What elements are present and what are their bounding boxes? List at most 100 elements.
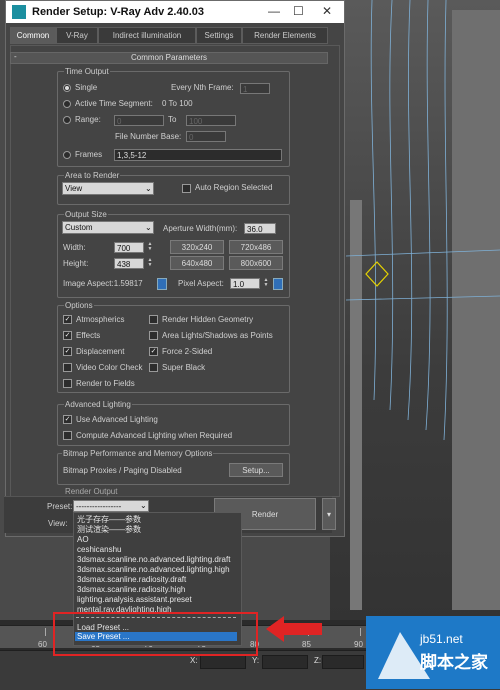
- width-spinner[interactable]: ▲ ▼: [147, 242, 153, 253]
- dropdown-item[interactable]: ceshicanshu: [77, 545, 121, 554]
- coord-x-label: X:: [190, 656, 198, 665]
- title-bar[interactable]: Render Setup: V-Ray Adv 2.40.03 — ☐ ✕: [6, 1, 344, 23]
- dropdown-item[interactable]: 3dsmax.scanline.no.advanced.lighting.hig…: [77, 565, 230, 574]
- bitmap-setup-button[interactable]: Setup...: [229, 463, 283, 477]
- render-hidden-geometry-label: Render Hidden Geometry: [162, 315, 254, 324]
- minimize-button[interactable]: —: [268, 4, 280, 18]
- collapse-icon[interactable]: -: [14, 52, 17, 61]
- auto-region-checkbox[interactable]: [182, 184, 191, 193]
- super-black-label: Super Black: [162, 363, 206, 372]
- highlight-box: [53, 612, 258, 656]
- output-size-preset-select[interactable]: Custom: [62, 221, 154, 234]
- effects-label: Effects: [76, 331, 101, 340]
- render-hidden-geometry-checkbox[interactable]: [149, 315, 158, 324]
- render-to-fields-checkbox[interactable]: [63, 379, 72, 388]
- dialog-title: Render Setup: V-Ray Adv 2.40.03: [32, 6, 204, 18]
- preset-label: Preset:: [47, 502, 73, 511]
- dropdown-item[interactable]: 3dsmax.scanline.radiosity.high: [77, 585, 185, 594]
- chevron-down-icon: ⌄: [140, 501, 147, 510]
- area-to-render-select[interactable]: View: [62, 182, 154, 195]
- compute-advanced-lighting-checkbox[interactable]: [63, 431, 72, 440]
- rollout-header[interactable]: Common Parameters: [10, 52, 328, 64]
- preset-320x240-button[interactable]: 320x240: [170, 240, 224, 254]
- red-arrow-icon: [266, 616, 322, 642]
- coord-x-field[interactable]: [200, 655, 246, 669]
- file-number-base-field[interactable]: 0: [186, 131, 226, 142]
- use-advanced-lighting-checkbox[interactable]: ✓: [63, 415, 72, 424]
- range-from-field[interactable]: 0: [114, 115, 164, 126]
- coord-z-field[interactable]: [322, 655, 364, 669]
- render-to-fields-label: Render to Fields: [76, 379, 135, 388]
- height-spinner[interactable]: ▲ ▼: [147, 258, 153, 269]
- video-color-check-label: Video Color Check: [76, 363, 143, 372]
- dropdown-item[interactable]: lighting.analysis.assistant.preset: [77, 595, 192, 604]
- output-size-label: Output Size: [64, 210, 108, 219]
- width-label: Width:: [63, 243, 86, 252]
- frames-label: Frames: [75, 150, 103, 159]
- effects-checkbox[interactable]: ✓: [63, 331, 72, 340]
- preset-720x486-button[interactable]: 720x486: [229, 240, 283, 254]
- preset-640x480-button[interactable]: 640x480: [170, 256, 224, 270]
- advanced-lighting-label: Advanced Lighting: [64, 400, 132, 409]
- displacement-checkbox[interactable]: ✓: [63, 347, 72, 356]
- compute-advanced-lighting-label: Compute Advanced Lighting when Required: [76, 431, 233, 440]
- single-radio[interactable]: [63, 84, 71, 92]
- maximize-button[interactable]: ☐: [293, 4, 304, 18]
- tab-common[interactable]: Common: [10, 27, 56, 44]
- timeline-label: 60: [38, 640, 47, 649]
- coord-y-field[interactable]: [262, 655, 308, 669]
- lock-icon[interactable]: [273, 278, 283, 290]
- pixel-aspect-spinner[interactable]: ▲ ▼: [263, 278, 269, 289]
- dropdown-item[interactable]: 3dsmax.scanline.no.advanced.lighting.dra…: [77, 555, 230, 564]
- height-field[interactable]: 438: [114, 258, 144, 269]
- view-label: View:: [48, 519, 68, 528]
- app-icon: [12, 5, 26, 19]
- every-nth-field[interactable]: 1: [240, 83, 270, 94]
- atmospherics-label: Atmospherics: [76, 315, 125, 324]
- range-label: Range:: [75, 115, 101, 124]
- image-aspect-label: Image Aspect:1.59817: [63, 279, 143, 288]
- use-advanced-lighting-label: Use Advanced Lighting: [76, 415, 158, 424]
- bitmap-performance-label: Bitmap Performance and Memory Options: [62, 449, 214, 458]
- video-color-check-checkbox[interactable]: [63, 363, 72, 372]
- lock-icon[interactable]: [157, 278, 167, 290]
- dropdown-item[interactable]: 3dsmax.scanline.radiosity.draft: [77, 575, 186, 584]
- range-to-field[interactable]: 100: [186, 115, 236, 126]
- chevron-down-icon: ⌄: [145, 184, 152, 193]
- preset-select[interactable]: -----------------: [73, 500, 149, 512]
- range-radio[interactable]: [63, 116, 71, 124]
- super-black-checkbox[interactable]: [149, 363, 158, 372]
- auto-region-label: Auto Region Selected: [195, 183, 273, 192]
- force-2-sided-checkbox[interactable]: ✓: [149, 347, 158, 356]
- close-button[interactable]: ✕: [322, 4, 332, 18]
- render-output-label: Render Output: [64, 487, 119, 496]
- range-to-label: To: [168, 115, 177, 124]
- chevron-down-icon: ⌄: [145, 223, 152, 232]
- tab-render-elements[interactable]: Render Elements: [242, 27, 328, 44]
- render-dropdown-button[interactable]: ▾: [322, 498, 336, 530]
- preset-800x600-button[interactable]: 800x600: [229, 256, 283, 270]
- every-nth-label: Every Nth Frame:: [171, 83, 234, 92]
- coord-z-label: Z:: [314, 656, 322, 665]
- pixel-aspect-field[interactable]: 1.0: [230, 278, 260, 289]
- area-lights-checkbox[interactable]: [149, 331, 158, 340]
- time-output-label: Time Output: [64, 67, 110, 76]
- watermark-name: 脚本之家: [420, 653, 488, 672]
- aperture-label: Aperture Width(mm):: [163, 224, 238, 233]
- tab-settings[interactable]: Settings: [196, 27, 242, 44]
- dropdown-item[interactable]: 测试渲染——参数: [77, 524, 141, 535]
- tab-vray[interactable]: V-Ray: [56, 27, 98, 44]
- tab-indirect-illumination[interactable]: Indirect illumination: [98, 27, 196, 44]
- file-number-base-label: File Number Base:: [115, 132, 182, 141]
- active-segment-radio[interactable]: [63, 100, 71, 108]
- atmospherics-checkbox[interactable]: ✓: [63, 315, 72, 324]
- aperture-field[interactable]: 36.0: [244, 223, 276, 234]
- width-field[interactable]: 700: [114, 242, 144, 253]
- timeline-label: 90: [354, 640, 363, 649]
- active-segment-label: Active Time Segment:: [75, 99, 153, 108]
- bitmap-paging-status: Bitmap Proxies / Paging Disabled: [63, 466, 182, 475]
- options-label: Options: [64, 301, 94, 310]
- frames-radio[interactable]: [63, 151, 71, 159]
- dropdown-item[interactable]: AO: [77, 535, 89, 544]
- frames-field[interactable]: 1,3,5-12: [114, 149, 282, 161]
